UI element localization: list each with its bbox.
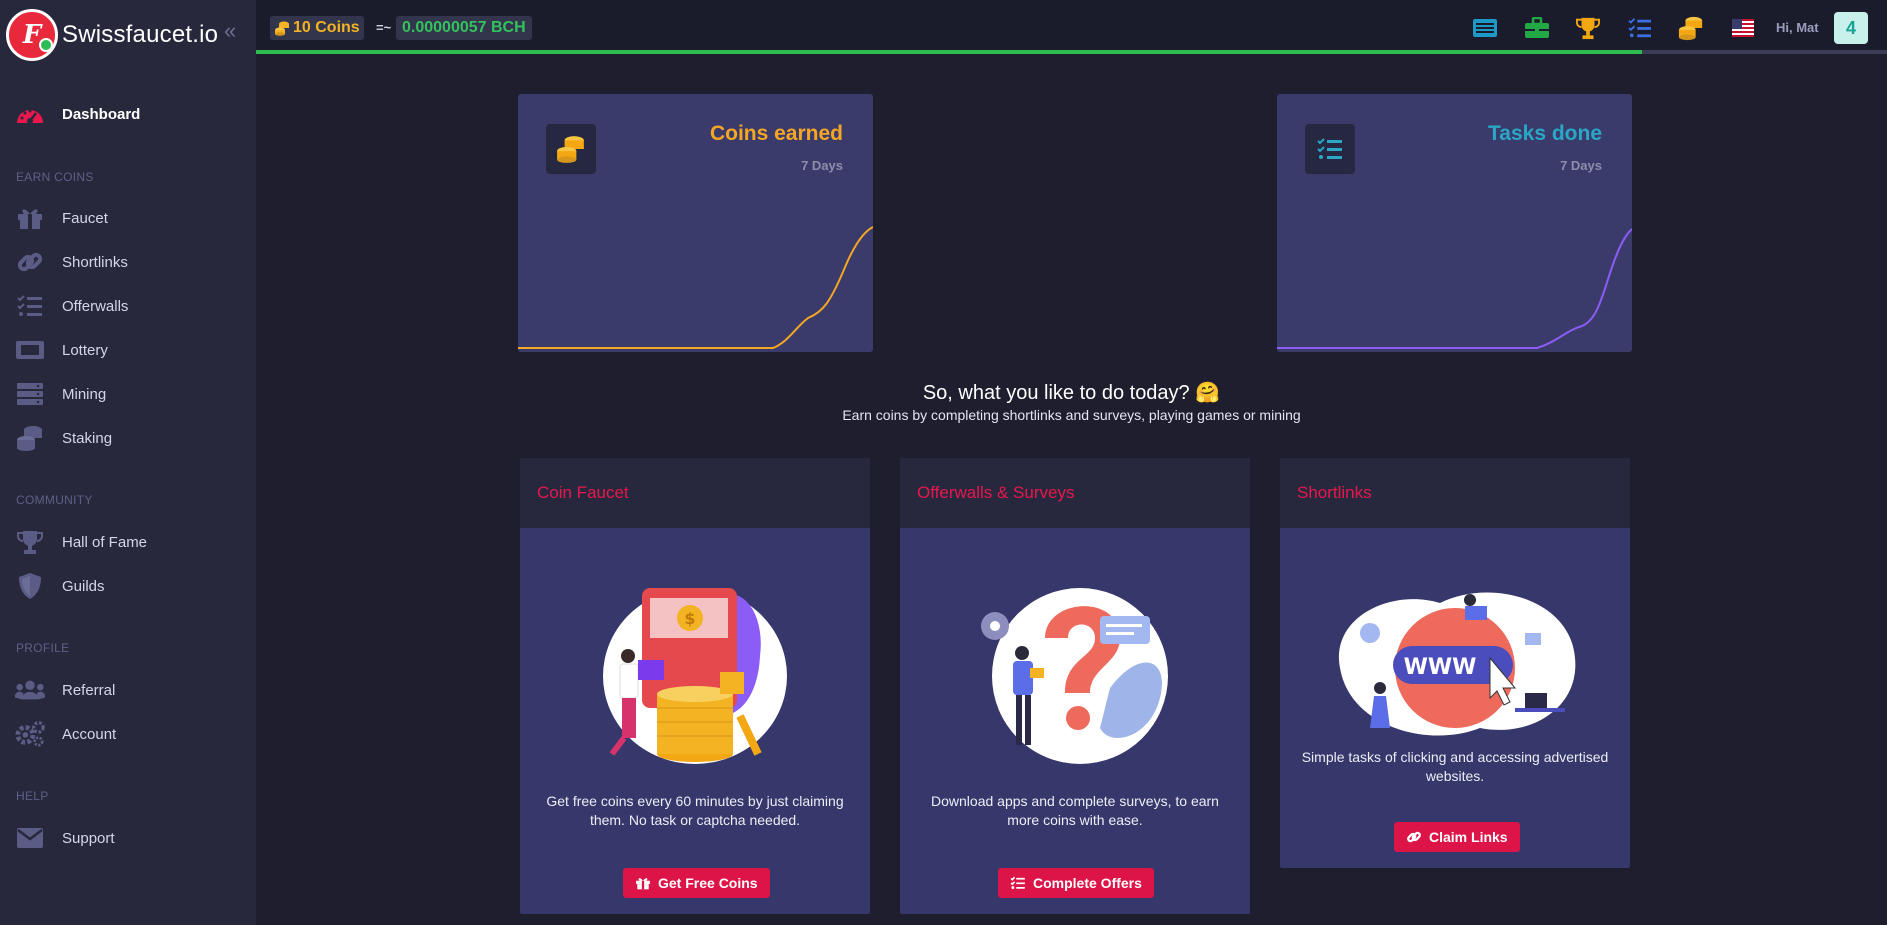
us-flag-icon[interactable] xyxy=(1729,14,1757,42)
sidebar-item-label: Lottery xyxy=(62,341,108,359)
topbar: 10 Coins =~ 0.00000057 BCH Hi, Mat 4 xyxy=(256,0,1887,54)
offerwalls-illustration xyxy=(981,588,1168,764)
sidebar-item-mining[interactable]: Mining xyxy=(0,376,256,412)
svg-text:$: $ xyxy=(684,609,695,628)
bch-balance: 0.00000057 BCH xyxy=(396,16,532,40)
coin-balance: 10 Coins xyxy=(293,19,360,36)
tasks-icon xyxy=(1305,124,1355,174)
faucet-illustration: $ xyxy=(603,588,787,764)
coin-balance-badge: 10 Coins xyxy=(270,16,364,40)
task-card-shortlinks: Shortlinks WWW Simple tasks of clicking … xyxy=(1280,458,1630,868)
stat-title: Coins earned xyxy=(709,122,843,145)
get-free-coins-button[interactable]: Get Free Coins xyxy=(623,868,770,898)
users-icon xyxy=(15,676,45,704)
collapse-sidebar-icon[interactable]: « xyxy=(224,18,236,44)
trophy-icon[interactable] xyxy=(1574,14,1602,42)
brand-name: Swissfaucet.io xyxy=(62,21,219,48)
task-card-offerwalls: Offerwalls & Surveys Download apps and c… xyxy=(900,458,1250,914)
stat-card-tasks-done: Tasks done 7 Days xyxy=(1277,94,1632,352)
sidebar-item-label: Hall of Fame xyxy=(62,533,148,551)
sidebar-item-lottery[interactable]: Lottery xyxy=(0,332,256,368)
button-label: Claim Links xyxy=(1429,829,1508,845)
tasks-sparkline xyxy=(1277,228,1632,349)
briefcase-icon[interactable] xyxy=(1523,14,1551,42)
gift-icon xyxy=(15,204,45,232)
www-label: WWW xyxy=(1404,655,1477,680)
stat-card-coins-earned: Coins earned 7 Days xyxy=(518,94,873,352)
coins-icon[interactable] xyxy=(1677,14,1705,42)
sidebar-item-staking[interactable]: Staking xyxy=(0,420,256,456)
claim-links-button[interactable]: Claim Links xyxy=(1394,822,1520,852)
sidebar-item-label: Support xyxy=(62,829,115,847)
server-icon xyxy=(15,380,45,408)
sidebar-item-faucet[interactable]: Faucet xyxy=(0,200,256,236)
coins-icon xyxy=(546,124,596,174)
approx-sign: =~ xyxy=(376,20,392,35)
dashboard-gauge-icon xyxy=(15,100,45,128)
sidebar: F Swissfaucet.io « Dashboard EARN COINS … xyxy=(0,0,256,925)
sidebar-item-label: Offerwalls xyxy=(62,297,129,315)
sidebar-item-guilds[interactable]: Guilds xyxy=(0,568,256,604)
brand[interactable]: F Swissfaucet.io xyxy=(6,8,218,62)
section-earn-coins: EARN COINS xyxy=(16,170,94,184)
level-progress-bar xyxy=(256,50,1887,54)
sidebar-item-offerwalls[interactable]: Offerwalls xyxy=(0,288,256,324)
headline-title: So, what you like to do today? 🤗 xyxy=(922,382,1221,404)
brand-logo-icon: F xyxy=(6,9,58,61)
sidebar-item-label: Account xyxy=(62,725,117,743)
sidebar-item-label: Faucet xyxy=(62,209,108,227)
section-help: HELP xyxy=(16,789,49,803)
sidebar-item-label: Dashboard xyxy=(62,105,141,123)
task-card-description: Simple tasks of clicking and accessing a… xyxy=(1301,749,1609,784)
button-label: Get Free Coins xyxy=(658,875,758,891)
task-card-title: Coin Faucet xyxy=(537,483,629,502)
coins-icon xyxy=(275,21,289,36)
trophy-icon xyxy=(15,528,45,556)
section-community: COMMUNITY xyxy=(16,493,93,507)
sidebar-item-label: Shortlinks xyxy=(62,253,128,271)
section-profile: PROFILE xyxy=(16,641,70,655)
sidebar-item-hall-of-fame[interactable]: Hall of Fame xyxy=(0,524,256,560)
gears-icon xyxy=(15,720,45,748)
stat-period: 7 Days xyxy=(1560,158,1602,173)
sidebar-item-dashboard[interactable]: Dashboard xyxy=(0,96,256,132)
task-card-description: Get free coins every 60 minutes by just … xyxy=(546,793,844,828)
sidebar-item-label: Mining xyxy=(62,385,107,403)
level-progress-fill xyxy=(256,50,1643,54)
coins-stack-icon xyxy=(15,424,45,452)
sidebar-item-label: Referral xyxy=(62,681,116,699)
task-card-coin-faucet: Coin Faucet $ Get free coins every 60 mi… xyxy=(520,458,870,914)
shortlinks-illustration: WWW xyxy=(1338,592,1576,736)
envelope-icon xyxy=(15,824,45,852)
tasks-icon[interactable] xyxy=(1626,14,1654,42)
tasks-list-icon xyxy=(15,292,45,320)
ticket-icon xyxy=(15,336,45,364)
shield-icon xyxy=(15,572,45,600)
tasks-icon xyxy=(1010,876,1026,890)
sidebar-item-label: Staking xyxy=(62,429,113,447)
link-icon xyxy=(15,248,45,276)
notification-badge[interactable]: 4 xyxy=(1834,12,1868,44)
task-card-description: Download apps and complete surveys, to e… xyxy=(931,793,1219,828)
stat-period: 7 Days xyxy=(801,158,843,173)
stat-title: Tasks done xyxy=(1488,122,1602,145)
user-greeting[interactable]: Hi, Mat xyxy=(1776,20,1819,35)
task-card-title: Shortlinks xyxy=(1297,483,1372,502)
sidebar-item-shortlinks[interactable]: Shortlinks xyxy=(0,244,256,280)
coins-sparkline xyxy=(518,226,873,349)
list-icon[interactable] xyxy=(1471,14,1499,42)
task-card-title: Offerwalls & Surveys xyxy=(917,483,1075,502)
gift-icon xyxy=(635,876,651,890)
sidebar-item-account[interactable]: Account xyxy=(0,716,256,752)
complete-offers-button[interactable]: Complete Offers xyxy=(998,868,1154,898)
sidebar-item-label: Guilds xyxy=(62,577,105,595)
link-icon xyxy=(1406,829,1422,845)
button-label: Complete Offers xyxy=(1033,875,1142,891)
headline-subtitle: Earn coins by completing shortlinks and … xyxy=(842,407,1301,423)
sidebar-item-referral[interactable]: Referral xyxy=(0,672,256,708)
sidebar-item-support[interactable]: Support xyxy=(0,820,256,856)
